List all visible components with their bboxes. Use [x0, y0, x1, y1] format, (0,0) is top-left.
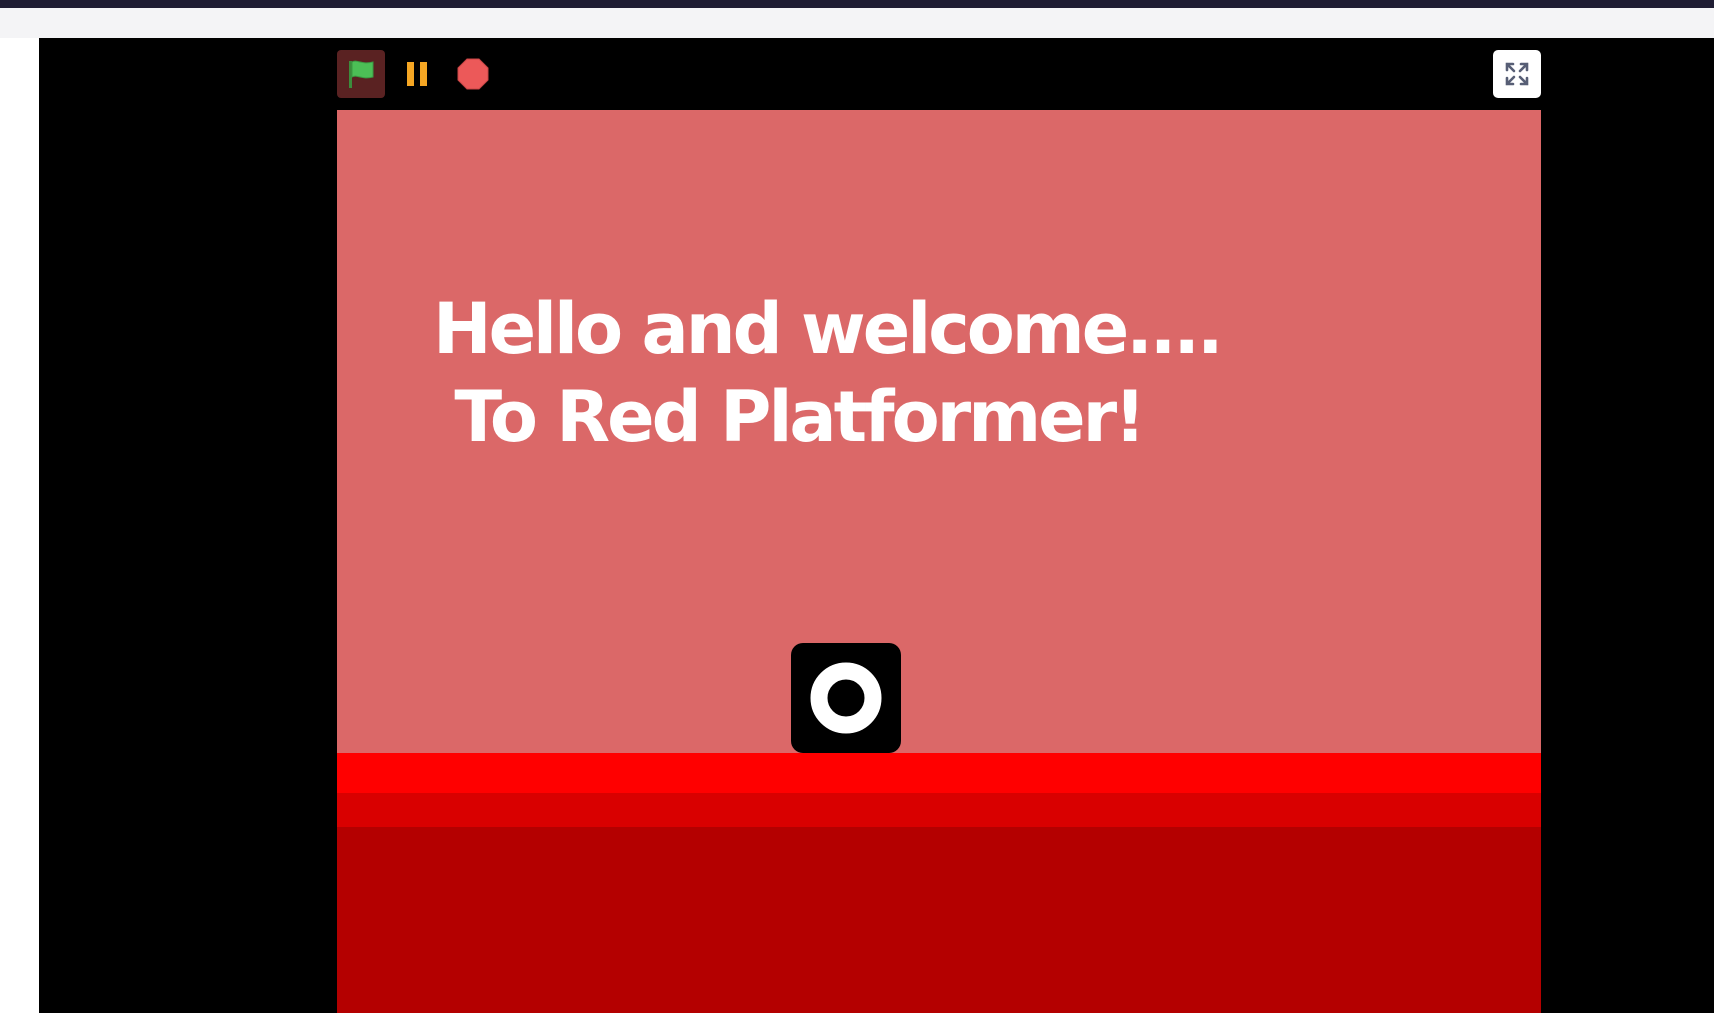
- welcome-line-2: To Red Platformer!: [433, 376, 1146, 458]
- green-flag-button[interactable]: [337, 50, 385, 98]
- welcome-title: Hello and welcome.... To Red Platformer!: [433, 285, 1333, 461]
- page-left-margin: [0, 38, 39, 1026]
- page-bottom-margin: [0, 1013, 1714, 1026]
- fullscreen-icon: [1505, 62, 1529, 86]
- green-flag-icon: [349, 60, 374, 88]
- player-character: [791, 643, 901, 753]
- browser-top-strip: [0, 0, 1714, 8]
- ground-top-layer: [337, 753, 1541, 793]
- welcome-line-1: Hello and welcome....: [433, 288, 1224, 370]
- stop-icon: [457, 58, 489, 90]
- ground-bottom-layer: [337, 827, 1541, 1013]
- stop-button[interactable]: [449, 50, 497, 98]
- game-stage[interactable]: Hello and welcome.... To Red Platformer!: [337, 110, 1541, 1013]
- pause-icon: [407, 62, 427, 86]
- fullscreen-button[interactable]: [1493, 50, 1541, 98]
- ring-icon: [810, 662, 882, 734]
- ground-middle-layer: [337, 793, 1541, 827]
- pause-button[interactable]: [393, 50, 441, 98]
- player-controls: [337, 50, 497, 98]
- browser-toolbar: [0, 8, 1714, 39]
